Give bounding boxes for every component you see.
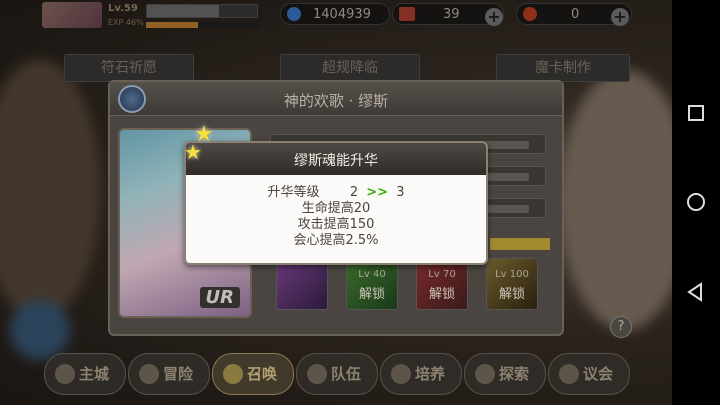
crit-bonus: 会心提高2.5%	[293, 233, 379, 248]
home-icon[interactable]	[684, 190, 708, 214]
castle-icon	[55, 364, 75, 384]
sparkle-star-icon-2: ★	[184, 140, 202, 164]
skill-4-level: Lv 100	[495, 269, 529, 280]
skill-3-level: Lv 70	[428, 269, 456, 280]
nav-council[interactable]: 议会	[548, 353, 630, 395]
summon-icon	[223, 364, 243, 384]
swords-icon	[139, 364, 159, 384]
rarity-badge: UR	[199, 287, 240, 308]
recent-apps-icon[interactable]	[684, 101, 708, 125]
highlight-strip	[490, 238, 550, 250]
panel-title: 神的欢歌 · 缪斯	[283, 92, 389, 110]
panel-header: 神的欢歌 · 缪斯	[110, 82, 562, 116]
train-icon	[391, 364, 411, 384]
nav-adventure[interactable]: 冒险	[128, 353, 210, 395]
nav-train[interactable]: 培养	[380, 353, 462, 395]
popup-title: 缪斯魂能升华	[294, 153, 378, 169]
game-screen: Lv.59 EXP 46% 1404939 39 + 0 + 符石祈愿 超规降临…	[0, 0, 672, 405]
skill-slot-4[interactable]: Lv 100 解锁	[486, 258, 538, 310]
skill-2-lock: 解锁	[358, 287, 385, 302]
ascension-popup: 缪斯魂能升华 升华等级 2 >> 3 生命提高20 攻击提高150 会心提高2.…	[184, 141, 488, 265]
skill-slot-1[interactable]	[276, 258, 328, 310]
nav-summon[interactable]: 召唤	[212, 353, 294, 395]
skill-4-lock: 解锁	[498, 287, 525, 302]
team-icon	[307, 364, 327, 384]
skill-2-level: Lv 40	[358, 269, 386, 280]
skill-3-lock: 解锁	[428, 287, 455, 302]
skill-slot-3[interactable]: Lv 70 解锁	[416, 258, 468, 310]
skill-slot-2[interactable]: Lv 40 解锁	[346, 258, 398, 310]
nav-main-city[interactable]: 主城	[44, 353, 126, 395]
explore-icon	[475, 364, 495, 384]
council-icon	[559, 364, 579, 384]
help-button[interactable]: ?	[610, 316, 632, 338]
nav-team[interactable]: 队伍	[296, 353, 378, 395]
popup-header: 缪斯魂能升华	[186, 143, 486, 175]
nav-explore[interactable]: 探索	[464, 353, 546, 395]
android-nav-bar	[672, 0, 720, 405]
back-icon[interactable]	[684, 280, 708, 304]
